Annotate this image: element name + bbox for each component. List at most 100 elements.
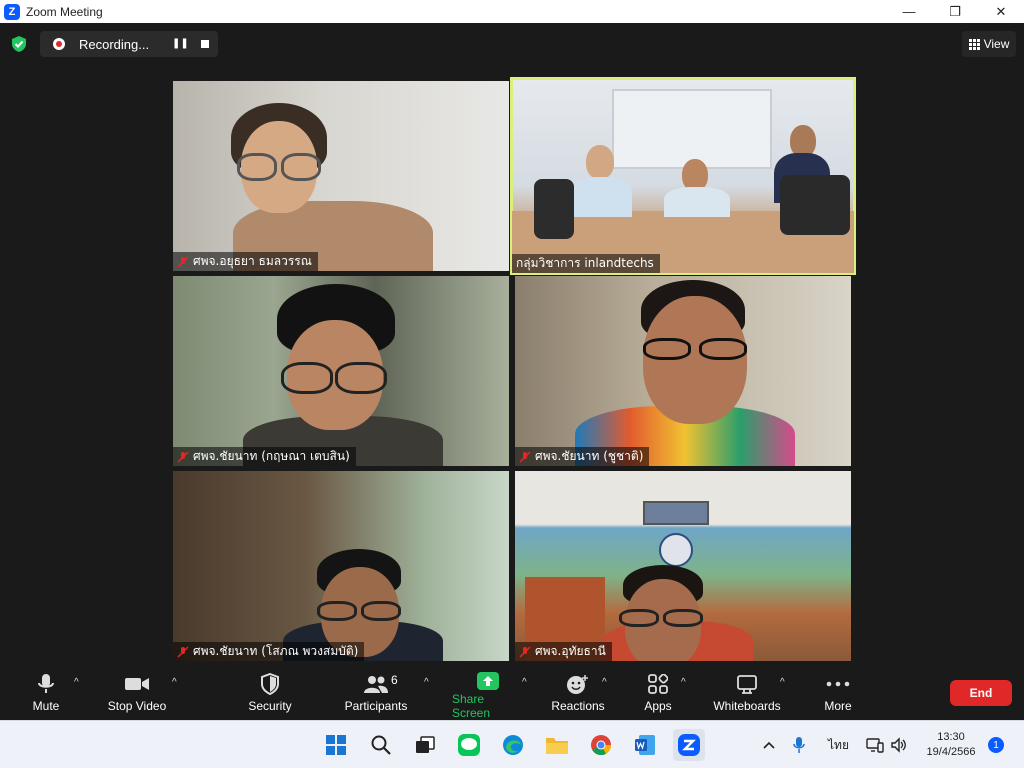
network-tray-button[interactable] [866, 721, 884, 768]
share-arrow-icon [477, 671, 499, 690]
more-dots-icon [826, 681, 850, 687]
reactions-options-caret[interactable]: ^ [602, 677, 607, 688]
grid-icon [968, 38, 980, 50]
more-button[interactable]: More [818, 665, 858, 720]
volume-tray-button[interactable] [890, 721, 908, 768]
stop-video-button[interactable]: Stop Video [104, 665, 170, 720]
clock-date: 19/4/2566 [926, 746, 976, 758]
file-explorer-button[interactable] [543, 731, 571, 759]
edge-browser-button[interactable] [499, 731, 527, 759]
sign-plaque [643, 501, 709, 525]
glasses [619, 609, 659, 627]
glasses [317, 601, 357, 621]
microphone-tray-button[interactable] [792, 721, 806, 768]
windows-start-button[interactable] [322, 731, 350, 759]
participant-name-tag: ศพจ.ชัยนาท (ชูชาติ) [515, 447, 650, 466]
share-options-caret[interactable]: ^ [522, 677, 527, 688]
recording-indicator: Recording... ❚❚ [40, 31, 218, 57]
line-app-button[interactable] [455, 731, 483, 759]
participant-name-tag: ศพจ.อุทัยธานี [515, 642, 612, 661]
emblem-icon [659, 533, 693, 567]
input-language-button[interactable]: ไทย [828, 721, 849, 768]
glasses [281, 153, 321, 181]
mic-off-icon [177, 645, 189, 658]
pause-recording-button[interactable]: ❚❚ [172, 38, 189, 49]
video-options-caret[interactable]: ^ [172, 677, 177, 688]
show-hidden-icons-button[interactable] [762, 721, 776, 768]
video-tile[interactable]: ศพจ.ชัยนาท (กฤษณา เตบสิน) [173, 276, 509, 466]
participant-name-tag: ศพจ.ชัยนาท (โสภณ พวงสมบัติ) [173, 642, 365, 661]
participant-face [643, 296, 747, 424]
glasses [335, 362, 387, 394]
speaker-icon [891, 737, 906, 753]
word-app-button[interactable] [631, 731, 659, 759]
mute-options-caret[interactable]: ^ [74, 677, 79, 688]
video-tile[interactable]: ศพจ.ชัยนาท (ชูชาติ) [515, 276, 851, 466]
participant-name: ศพจ.อยุธยา ธมลวรรณ [193, 254, 312, 268]
chevron-up-icon [763, 741, 775, 749]
record-icon [53, 38, 65, 50]
end-meeting-button[interactable]: End [950, 680, 1012, 706]
participant-name: ศพจ.ชัยนาท (ชูชาติ) [535, 449, 644, 463]
close-button[interactable]: ✕ [978, 0, 1024, 23]
network-icon [866, 738, 884, 753]
notification-badge[interactable]: 1 [988, 737, 1004, 753]
participants-options-caret[interactable]: ^ [424, 677, 429, 688]
task-view-icon [416, 736, 435, 753]
participants-count: 6 [391, 673, 398, 687]
taskbar-clock[interactable]: 13:30 19/4/2566 [922, 730, 980, 760]
task-view-button[interactable] [411, 731, 439, 759]
maximize-button[interactable]: ❐ [932, 0, 978, 23]
windows-taskbar: ไทย 13:30 19/4/2566 1 [0, 720, 1024, 768]
glasses [643, 338, 691, 360]
participant-name-tag: ศพจ.อยุธยา ธมลวรรณ [173, 252, 318, 271]
mute-button[interactable]: Mute [22, 665, 70, 720]
glasses [663, 609, 703, 627]
whiteboard-icon [737, 675, 757, 694]
whiteboards-options-caret[interactable]: ^ [780, 677, 785, 688]
participant-name: ศพจ.ชัยนาท (โสภณ พวงสมบัติ) [193, 644, 359, 658]
apps-button[interactable]: Apps [638, 665, 678, 720]
chrome-browser-button[interactable] [587, 731, 615, 759]
view-button[interactable]: View [962, 31, 1016, 57]
minimize-button[interactable]: — [886, 0, 932, 23]
shield-icon[interactable] [10, 35, 28, 53]
mic-off-icon [519, 645, 531, 658]
mic-off-icon [177, 450, 189, 463]
glasses [361, 601, 401, 621]
edge-icon [503, 735, 523, 755]
video-tile[interactable]: ศพจ.ชัยนาท (โสภณ พวงสมบัติ) [173, 471, 509, 661]
input-language-label: ไทย [828, 737, 849, 752]
zoom-logo-icon: Z [4, 3, 20, 20]
people-icon [364, 676, 388, 693]
participants-button[interactable]: Participants [340, 665, 412, 720]
participant-name: กลุ่มวิชาการ inlandtechs [516, 256, 654, 270]
whiteboards-button[interactable]: Whiteboards [710, 665, 784, 720]
video-tile-active-speaker[interactable]: กลุ่มวิชาการ inlandtechs [510, 77, 856, 275]
glasses [281, 362, 333, 394]
taskbar-search-button[interactable] [367, 731, 395, 759]
participant-name-tag: ศพจ.ชัยนาท (กฤษณา เตบสิน) [173, 447, 356, 466]
camera-icon [125, 678, 149, 690]
stop-recording-button[interactable] [201, 40, 209, 48]
mic-icon [793, 737, 805, 753]
clock-time: 13:30 [937, 731, 965, 743]
recording-label: Recording... [79, 36, 150, 52]
apps-icon [648, 674, 668, 694]
view-label: View [983, 37, 1010, 51]
folder-icon [546, 738, 568, 754]
video-tile[interactable]: ศพจ.อยุธยา ธมลวรรณ [173, 81, 509, 271]
word-icon [635, 735, 655, 755]
zoom-icon [678, 734, 700, 756]
meeting-top-bar: Recording... ❚❚ View [0, 23, 1024, 65]
video-tile[interactable]: ศพจ.อุทัยธานี [515, 471, 851, 661]
glasses [237, 153, 277, 181]
security-button[interactable]: Security [244, 665, 296, 720]
mic-off-icon [177, 255, 189, 268]
reactions-button[interactable]: Reactions [550, 665, 606, 720]
zoom-app-button[interactable] [673, 729, 705, 761]
apps-options-caret[interactable]: ^ [681, 677, 686, 688]
window-title: Zoom Meeting [26, 4, 103, 19]
participant-name: ศพจ.ชัยนาท (กฤษณา เตบสิน) [193, 449, 350, 463]
share-screen-button[interactable]: Share Screen [452, 665, 524, 720]
